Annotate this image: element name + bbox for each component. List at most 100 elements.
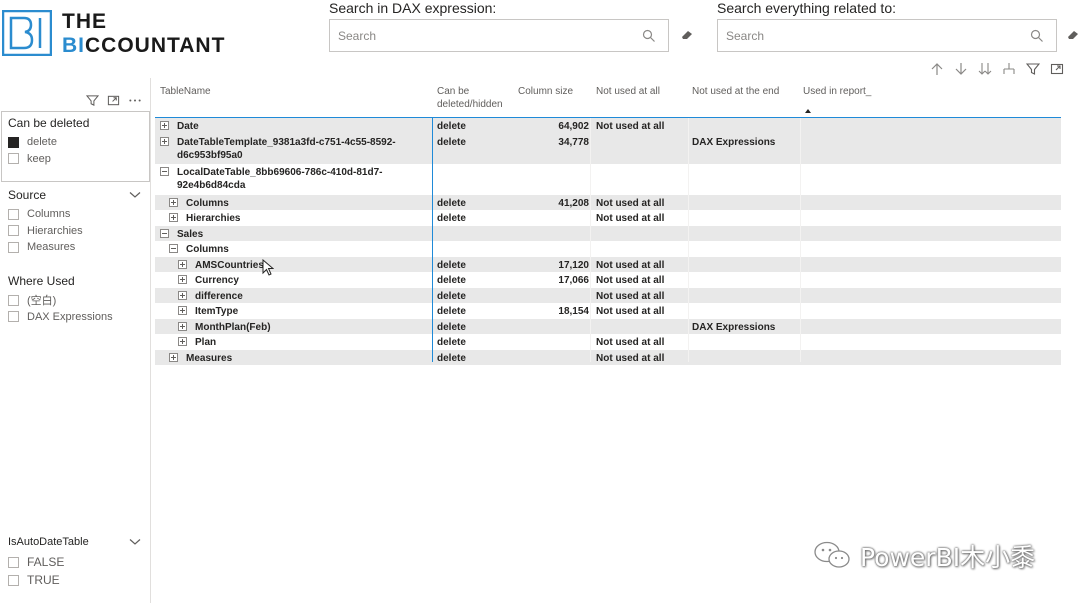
cell-table-name: Measures [160, 352, 430, 365]
more-options-icon[interactable] [128, 94, 142, 107]
search-icon[interactable] [1030, 29, 1044, 43]
checkbox[interactable] [8, 241, 19, 253]
expand-plus-icon[interactable] [160, 121, 169, 130]
table-row[interactable]: ItemType delete 18,154 Not used at all [155, 303, 1061, 319]
cell-not-used-at-all: Not used at all [596, 306, 665, 317]
checkbox-checked[interactable] [8, 136, 19, 148]
table-row[interactable]: Columns delete 41,208 Not used at all [155, 194, 1061, 210]
checkbox[interactable] [8, 225, 19, 237]
search-all-input[interactable] [718, 20, 1006, 51]
collapse-minus-icon[interactable] [160, 228, 169, 238]
table-row[interactable]: Plan delete Not used at all [155, 334, 1061, 350]
search-all-box [717, 19, 1057, 52]
cell-can-be-deleted: delete [437, 259, 466, 271]
slicer-where-used: Where Used (空白) DAX Expressions [8, 274, 113, 325]
slicer-item-keep[interactable]: keep [8, 151, 89, 168]
table-row[interactable]: Columns [155, 241, 1061, 257]
arrow-down-icon[interactable] [952, 60, 970, 78]
filter-icon[interactable] [86, 94, 99, 107]
chevron-down-icon[interactable] [129, 191, 141, 199]
double-arrow-down-icon[interactable] [976, 60, 994, 78]
slicer-item-measures[interactable]: Measures [8, 239, 83, 256]
checkbox[interactable] [8, 574, 19, 586]
logo-text-the: THE [62, 10, 107, 33]
expand-plus-icon[interactable] [169, 197, 178, 207]
cell-can-be-deleted: delete [437, 337, 466, 348]
table-row[interactable]: Currency delete 17,066 Not used at all [155, 272, 1061, 288]
header-table-name[interactable]: TableName [160, 85, 211, 98]
cell-can-be-deleted: delete [437, 136, 466, 148]
focus-mode-icon[interactable] [1048, 60, 1066, 78]
cell-table-name: difference [160, 290, 430, 303]
header-not-used-at-all[interactable]: Not used at all [596, 85, 660, 98]
table-row[interactable]: Measures delete Not used at all [155, 349, 1061, 365]
cell-can-be-deleted: delete [437, 290, 466, 302]
table-row[interactable]: AMSCountries delete 17,120 Not used at all [155, 256, 1061, 272]
focus-mode-icon[interactable] [107, 94, 120, 107]
table-row[interactable]: difference delete Not used at all [155, 287, 1061, 303]
table-row[interactable]: Sales [155, 225, 1061, 241]
cell-table-name: Currency [160, 274, 430, 287]
slicer-item-columns[interactable]: Columns [8, 206, 83, 223]
checkbox[interactable] [8, 294, 19, 306]
slicer-item-dax-expressions[interactable]: DAX Expressions [8, 309, 113, 326]
expand-plus-icon[interactable] [178, 275, 187, 284]
slicer-item-true[interactable]: TRUE [8, 571, 89, 589]
expand-plus-icon[interactable] [178, 306, 187, 315]
collapse-minus-icon[interactable] [169, 244, 178, 253]
expand-plus-icon[interactable] [178, 259, 187, 269]
slicer-item-delete[interactable]: delete [8, 134, 89, 151]
header-can-be-deleted[interactable]: Can be deleted/hidden [437, 85, 503, 111]
checkbox[interactable] [8, 311, 19, 323]
table-row[interactable]: Hierarchies delete Not used at all [155, 210, 1061, 226]
checkbox[interactable] [8, 556, 19, 568]
expand-plus-icon[interactable] [169, 352, 178, 362]
expand-hierarchy-icon[interactable] [1000, 60, 1018, 78]
wechat-icon [814, 541, 850, 568]
grid-line [590, 118, 591, 362]
cell-table-name: Sales [160, 228, 430, 241]
slicer-item-false[interactable]: FALSE [8, 553, 89, 571]
cell-table-name: LocalDateTable_8bb69606-786c-410d-81d7-9… [160, 166, 430, 192]
cell-table-name: AMSCountries [160, 259, 430, 272]
header-used-in-report[interactable]: Used in report_ [803, 85, 871, 98]
cell-not-used-at-all: Not used at all [596, 275, 665, 286]
expand-plus-icon[interactable] [160, 136, 169, 146]
slicer-is-auto-date-table: IsAutoDateTable FALSE TRUE [8, 535, 89, 589]
cell-column-size: 17,120 [558, 259, 589, 271]
expand-plus-icon[interactable] [178, 290, 187, 300]
cell-table-name: Columns [160, 243, 430, 256]
checkbox[interactable] [8, 208, 19, 220]
header-not-used-at-the-end[interactable]: Not used at the end [692, 85, 779, 98]
cell-can-be-deleted: delete [437, 352, 466, 364]
slicer-item-blank[interactable]: (空白) [8, 292, 113, 309]
filter-icon[interactable] [1024, 60, 1042, 78]
eraser-icon[interactable] [1066, 29, 1080, 41]
expand-plus-icon[interactable] [178, 337, 187, 346]
search-icon[interactable] [642, 29, 656, 43]
table-row[interactable]: LocalDateTable_8bb69606-786c-410d-81d7-9… [155, 164, 1061, 195]
expand-plus-icon[interactable] [178, 321, 187, 331]
cell-not-used-at-all: Not used at all [596, 197, 665, 209]
cell-can-be-deleted: delete [437, 321, 466, 333]
slicer-can-be-deleted: Can be deleted delete keep [8, 116, 89, 167]
cell-can-be-deleted: delete [437, 213, 466, 224]
table-row[interactable]: MonthPlan(Feb) delete DAX Expressions [155, 318, 1061, 334]
cell-column-size: 18,154 [558, 306, 589, 317]
checkbox[interactable] [8, 153, 19, 165]
eraser-icon[interactable] [680, 29, 694, 41]
cell-table-name: Columns [160, 197, 430, 210]
collapse-minus-icon[interactable] [160, 167, 169, 176]
arrow-up-icon[interactable] [928, 60, 946, 78]
table-row[interactable]: Date delete 64,902 Not used at all [155, 118, 1061, 134]
slicer-title: IsAutoDateTable [8, 536, 89, 548]
expand-plus-icon[interactable] [169, 213, 178, 222]
header-column-size[interactable]: Column size [518, 85, 573, 98]
table-row[interactable]: DateTableTemplate_9381a3fd-c751-4c55-859… [155, 133, 1061, 164]
search-dax-input[interactable] [330, 20, 618, 51]
slicer-header-icons [86, 94, 142, 107]
slicer-item-hierarchies[interactable]: Hierarchies [8, 223, 83, 240]
chevron-down-icon[interactable] [129, 538, 141, 546]
logo-text-name: BICCOUNTANT [62, 34, 226, 57]
cell-not-used-at-all: Not used at all [596, 259, 665, 271]
